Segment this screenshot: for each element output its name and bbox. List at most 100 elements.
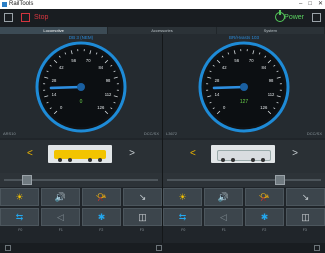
gauge-tick-label: 126 xyxy=(97,105,105,110)
throttle-slider-left[interactable] xyxy=(0,173,162,187)
prev-loco-left-icon[interactable]: < xyxy=(27,148,33,159)
coupler-button[interactable]: ↘ xyxy=(286,188,325,206)
sound-button[interactable]: 🔊 xyxy=(41,188,80,206)
function-label: F3 xyxy=(302,228,307,232)
gauge-tick-label: 70 xyxy=(86,58,91,63)
close-icon[interactable]: ✕ xyxy=(318,0,323,9)
tab-system[interactable]: System xyxy=(217,27,325,34)
fan-button[interactable]: ✱ xyxy=(82,208,121,226)
coupler-button[interactable]: ↘ xyxy=(123,188,162,206)
slider-thumb-left[interactable] xyxy=(22,175,32,185)
bottom-bar xyxy=(0,243,325,253)
function-label: F2 xyxy=(262,228,267,232)
camera-button[interactable]: ◫ xyxy=(286,208,325,226)
gauge-tick-label: 112 xyxy=(105,92,112,97)
fan-button[interactable]: ✱ xyxy=(245,208,284,226)
next-loco-left-icon[interactable]: > xyxy=(129,148,135,159)
gauge-tick-label: 126 xyxy=(260,105,268,110)
maximize-icon[interactable]: □ xyxy=(308,0,312,9)
function-label: F0 xyxy=(181,228,186,232)
next-loco-right-icon[interactable]: > xyxy=(292,148,298,159)
fn5-button[interactable]: ◁ xyxy=(204,208,243,226)
stop-label[interactable]: Stop xyxy=(34,14,48,21)
gauge-hub xyxy=(77,83,85,91)
gauge-hub xyxy=(240,83,248,91)
prev-loco-right-icon[interactable]: < xyxy=(190,148,196,159)
gauge-tick-label: 70 xyxy=(249,58,254,63)
loco-select-left: < > xyxy=(0,140,162,173)
fn5-button[interactable]: ◁ xyxy=(41,208,80,226)
function-label: F0 xyxy=(18,228,23,232)
gauge-tick-label: 42 xyxy=(222,65,227,70)
gauge-tick-label: 14 xyxy=(52,92,57,97)
speaker-icon: 🔊 xyxy=(54,191,67,202)
gauge-tick-label: 84 xyxy=(261,65,266,70)
address-right-right: DCC/SX xyxy=(306,131,322,136)
keypad-icon[interactable] xyxy=(314,245,320,251)
gauge-tick-label: 42 xyxy=(59,65,64,70)
keypad-icon[interactable] xyxy=(156,245,162,251)
slider-track xyxy=(167,179,321,181)
sound-button[interactable]: 🔊 xyxy=(204,188,243,206)
gauge-tick-label: 28 xyxy=(52,78,57,83)
gauge-tick-label: 84 xyxy=(98,65,103,70)
camera-button[interactable]: ◫ xyxy=(123,208,162,226)
menu-button[interactable] xyxy=(4,13,13,22)
wheel-icon xyxy=(231,158,235,162)
function-label: F1 xyxy=(58,228,63,232)
speaker-low-icon: ◁ xyxy=(220,211,227,222)
address-right-left: DCC/SX xyxy=(143,131,159,136)
fullscreen-button[interactable] xyxy=(312,13,321,22)
wheel-icon xyxy=(261,158,265,162)
shunt-button[interactable]: ⇆ xyxy=(163,208,202,226)
minimize-icon[interactable]: – xyxy=(299,0,302,9)
speed-value: 127 xyxy=(240,99,249,105)
tab-locomotive[interactable]: Locomotive xyxy=(0,27,109,34)
slider-thumb-right[interactable] xyxy=(275,175,285,185)
keypad-icon[interactable] xyxy=(5,245,11,251)
app-window: RailTools – □ ✕ Stop Power Locomotive Ac… xyxy=(0,0,325,253)
wheel-icon xyxy=(58,158,62,162)
speaker-icon: 🔊 xyxy=(217,191,230,202)
loco-image-right xyxy=(211,145,275,163)
wheel-icon xyxy=(251,158,255,162)
shunt-button[interactable]: ⇆ xyxy=(0,208,39,226)
gauge-tick-label: 56 xyxy=(234,58,239,63)
sun-icon: ☀ xyxy=(178,191,187,202)
gauge-tick-label: 98 xyxy=(106,78,111,83)
function-labels-left: F0 F1 F2 F3 xyxy=(0,228,162,232)
wheel-icon xyxy=(88,158,92,162)
shunt-icon: ⇆ xyxy=(178,211,187,222)
function-grid-right: ☀ 🔊 📯 ↘ ⇆ ◁ ✱ ◫ xyxy=(163,188,325,226)
tab-bar: Locomotive Accessories System xyxy=(0,27,325,34)
gauge-tick-label: 112 xyxy=(268,92,275,97)
function-label: F2 xyxy=(99,228,104,232)
top-toolbar: Stop Power xyxy=(0,9,325,28)
wheel-icon xyxy=(98,158,102,162)
throttle-slider-right[interactable] xyxy=(163,173,325,187)
loco-panel-right: BR/Hvasts 103 0 14 28 42 56 70 84 98 112 126 127 L… xyxy=(163,34,325,138)
gauge-tick-label: 98 xyxy=(269,78,274,83)
power-label[interactable]: Power xyxy=(284,14,304,21)
coupler-icon: ↘ xyxy=(138,191,147,202)
function-label: F3 xyxy=(139,228,144,232)
gauge-needle xyxy=(49,85,83,90)
horn-icon: 📯 xyxy=(258,191,271,202)
speed-gauge-left: 014284256 7084981121260 xyxy=(35,41,127,133)
window-title: RailTools xyxy=(9,1,34,7)
stop-button[interactable] xyxy=(21,13,30,22)
wheel-icon xyxy=(68,158,72,162)
camera-icon: ◫ xyxy=(138,211,147,222)
speed-gauge-right: 014284256 708498112126127 xyxy=(198,41,290,133)
horn-button[interactable]: 📯 xyxy=(82,188,121,206)
loco-image-left xyxy=(48,145,112,163)
light-button[interactable]: ☀ xyxy=(0,188,39,206)
tab-accessories[interactable]: Accessories xyxy=(108,27,217,34)
window-controls: – □ ✕ xyxy=(299,0,323,9)
light-button[interactable]: ☀ xyxy=(163,188,202,206)
horn-button[interactable]: 📯 xyxy=(245,188,284,206)
shunt-icon: ⇆ xyxy=(15,211,24,222)
address-left-right: L3672 xyxy=(166,131,178,136)
app-logo xyxy=(2,2,7,7)
fan-icon: ✱ xyxy=(97,211,106,222)
